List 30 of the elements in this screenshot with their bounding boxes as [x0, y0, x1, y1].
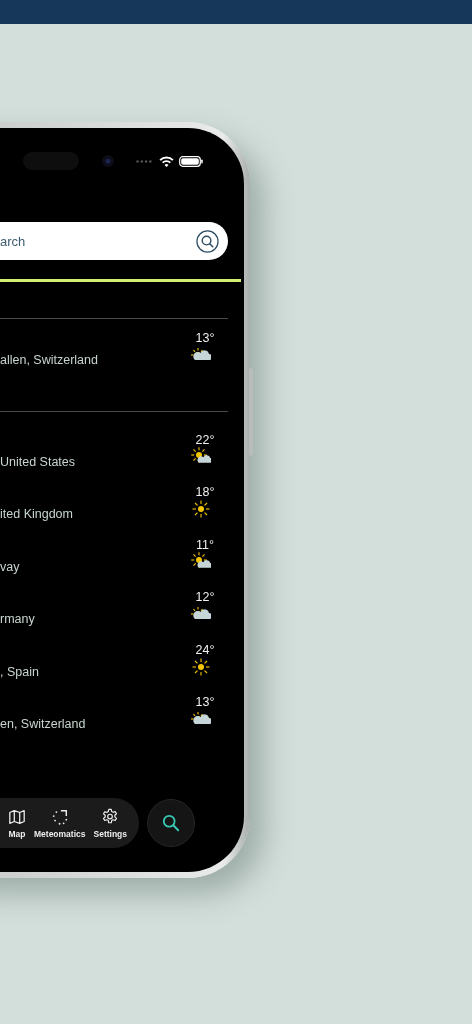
location-name[interactable]: vay — [0, 558, 20, 575]
location-name[interactable]: en, Switzerland — [0, 715, 86, 732]
temperature: 12° — [194, 590, 215, 605]
settings-icon — [101, 807, 120, 826]
map-icon — [8, 807, 26, 826]
temperature: 24° — [194, 642, 215, 657]
temperature: 13° — [194, 694, 215, 709]
search-field[interactable]: arch — [0, 222, 228, 260]
location-name[interactable]: rmany — [0, 611, 35, 628]
location-name[interactable]: United States — [0, 454, 76, 470]
wifi-icon — [159, 155, 174, 167]
dotted-corner-icon — [50, 807, 69, 826]
nav-tab[interactable]: Map — [8, 807, 26, 839]
search-icon — [162, 814, 181, 832]
search-icon[interactable] — [196, 229, 219, 253]
signal-dots-icon — [136, 159, 152, 163]
battery-icon — [179, 155, 203, 167]
sun-icon — [190, 656, 211, 677]
sun-icon — [190, 499, 211, 520]
nav-tab[interactable]: Settings — [93, 807, 128, 839]
temperature: 22° — [194, 433, 215, 447]
temperature: 18° — [194, 485, 215, 500]
temperature: 13° — [194, 331, 215, 345]
location-name[interactable]: ited Kingdom — [0, 506, 73, 523]
temperature: 11° — [195, 537, 214, 552]
location-name[interactable]: allen, Switzerland — [0, 352, 98, 368]
camera-lens-icon — [102, 155, 114, 167]
location-name[interactable]: , Spain — [0, 663, 39, 680]
nav-tab[interactable]: Meteomatics — [34, 807, 86, 839]
search-button[interactable] — [147, 799, 196, 847]
